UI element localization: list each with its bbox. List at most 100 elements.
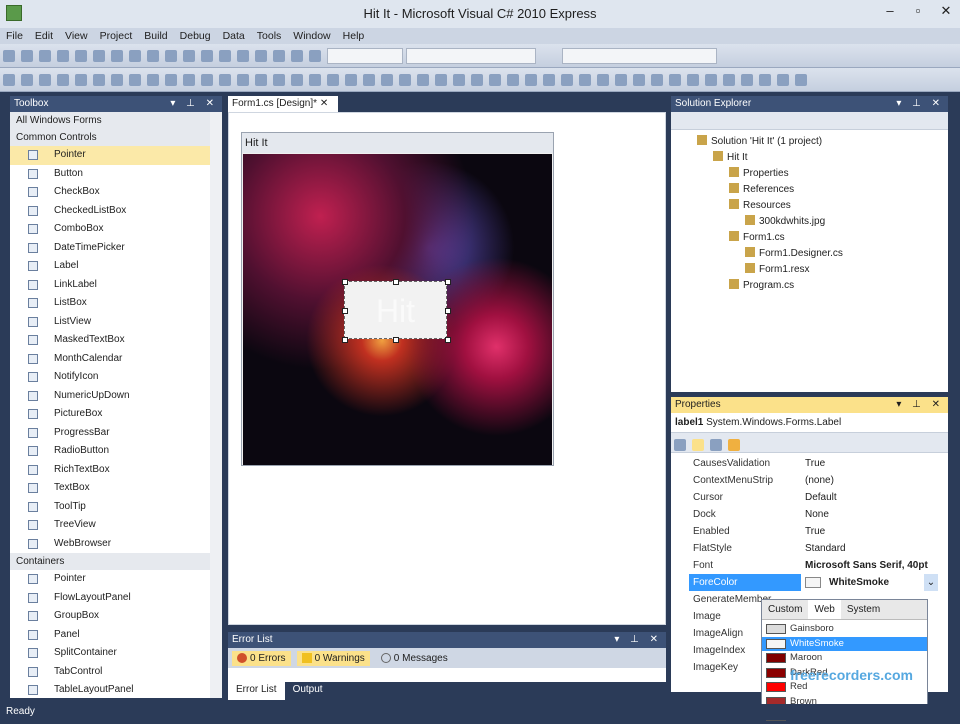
tab-output[interactable]: Output bbox=[285, 682, 331, 700]
toolbar-icon[interactable] bbox=[615, 74, 627, 86]
color-tab-system[interactable]: System bbox=[841, 600, 886, 619]
toolbar-icon[interactable] bbox=[327, 74, 339, 86]
toolbar-icon[interactable] bbox=[723, 74, 735, 86]
toolbar-icon[interactable] bbox=[129, 74, 141, 86]
toolbox-item[interactable]: PictureBox bbox=[10, 405, 222, 424]
property-row[interactable]: ContextMenuStrip (none) bbox=[671, 472, 948, 489]
toolbox-item[interactable]: Button bbox=[10, 165, 222, 184]
toolbar-icon[interactable] bbox=[525, 74, 537, 86]
toolbar-icon[interactable] bbox=[39, 50, 51, 62]
toolbar-icon[interactable] bbox=[165, 74, 177, 86]
toolbar-icon[interactable] bbox=[363, 74, 375, 86]
minimize-button[interactable]: – bbox=[876, 0, 904, 22]
toolbar-icon[interactable] bbox=[21, 50, 33, 62]
warnings-toggle[interactable]: 0 Warnings bbox=[296, 650, 370, 666]
tree-item[interactable]: Properties bbox=[671, 166, 948, 182]
toolbar-icon[interactable] bbox=[687, 74, 699, 86]
toolbar-icon[interactable] bbox=[255, 50, 267, 62]
toolbar-icon[interactable] bbox=[201, 50, 213, 62]
toolbox-item[interactable]: Pointer bbox=[10, 146, 222, 165]
close-button[interactable]: ✕ bbox=[932, 0, 960, 22]
toolbar-icon[interactable] bbox=[219, 50, 231, 62]
property-row[interactable]: Cursor Default bbox=[671, 489, 948, 506]
menu-view[interactable]: View bbox=[59, 28, 94, 44]
resize-handle[interactable] bbox=[445, 279, 451, 285]
toolbox-item[interactable]: CheckedListBox bbox=[10, 202, 222, 221]
toolbar-icon[interactable] bbox=[381, 74, 393, 86]
toolbox-item[interactable]: MaskedTextBox bbox=[10, 331, 222, 350]
toolbar-icon[interactable] bbox=[345, 74, 357, 86]
toolbar-icon[interactable] bbox=[273, 50, 285, 62]
toolbox-item[interactable]: WebBrowser bbox=[10, 535, 222, 554]
toolbox-item[interactable]: Label bbox=[10, 257, 222, 276]
find-combo[interactable] bbox=[562, 48, 718, 64]
menu-window[interactable]: Window bbox=[287, 28, 336, 44]
toolbox-item[interactable]: NotifyIcon bbox=[10, 368, 222, 387]
toolbar-icon[interactable] bbox=[795, 74, 807, 86]
platform-combo[interactable] bbox=[405, 48, 536, 64]
toolbar-icon[interactable] bbox=[651, 74, 663, 86]
toolbar-icon[interactable] bbox=[705, 74, 717, 86]
toolbox-scrollbar[interactable] bbox=[210, 112, 222, 698]
tree-item[interactable]: 300kdwhits.jpg bbox=[671, 214, 948, 230]
toolbar-icon[interactable] bbox=[489, 74, 501, 86]
toolbox-item[interactable]: ListView bbox=[10, 313, 222, 332]
toolbar-icon[interactable] bbox=[3, 74, 15, 86]
messages-toggle[interactable]: 0 Messages bbox=[376, 651, 453, 666]
tree-item[interactable]: Form1.cs bbox=[671, 230, 948, 246]
toolbar-icon[interactable] bbox=[165, 50, 177, 62]
toolbox-item[interactable]: CheckBox bbox=[10, 183, 222, 202]
toolbar-icon[interactable] bbox=[669, 74, 681, 86]
toolbar-icon[interactable] bbox=[111, 74, 123, 86]
menu-file[interactable]: File bbox=[0, 28, 29, 44]
toolbox-item[interactable]: GroupBox bbox=[10, 607, 222, 626]
resize-handle[interactable] bbox=[445, 308, 451, 314]
color-option[interactable]: Gainsboro bbox=[762, 622, 927, 637]
maximize-button[interactable]: ▫ bbox=[904, 0, 932, 22]
toolbar-icon[interactable] bbox=[435, 74, 447, 86]
toolbar-icon[interactable] bbox=[3, 50, 15, 62]
tree-item[interactable]: References bbox=[671, 182, 948, 198]
toolbar-icon[interactable] bbox=[561, 74, 573, 86]
menu-build[interactable]: Build bbox=[138, 28, 173, 44]
toolbar-icon[interactable] bbox=[237, 50, 249, 62]
events-icon[interactable] bbox=[728, 439, 740, 451]
toolbar-icon[interactable] bbox=[633, 74, 645, 86]
toolbox-group-header[interactable]: Containers bbox=[10, 553, 222, 570]
close-tab-icon[interactable]: ✕ bbox=[320, 98, 328, 109]
color-option[interactable]: Maroon bbox=[762, 651, 927, 666]
property-row[interactable]: ForeColor ⌄ WhiteSmoke bbox=[671, 574, 948, 591]
toolbar-icon[interactable] bbox=[57, 50, 69, 62]
toolbox-item[interactable]: TableLayoutPanel bbox=[10, 681, 222, 700]
toolbox-group-header[interactable]: All Windows Forms bbox=[10, 112, 222, 129]
toolbox-item[interactable]: MonthCalendar bbox=[10, 350, 222, 369]
alphabetical-icon[interactable] bbox=[692, 439, 704, 451]
resize-handle[interactable] bbox=[445, 337, 451, 343]
toolbox-item[interactable]: ComboBox bbox=[10, 220, 222, 239]
toolbar-icon[interactable] bbox=[309, 50, 321, 62]
categorized-icon[interactable] bbox=[674, 439, 686, 451]
toolbar-icon[interactable] bbox=[291, 74, 303, 86]
resize-handle[interactable] bbox=[342, 337, 348, 343]
panel-controls[interactable]: ▾ ⊥ ✕ bbox=[614, 632, 662, 648]
toolbar-icon[interactable] bbox=[75, 74, 87, 86]
toolbar-icon[interactable] bbox=[129, 50, 141, 62]
toolbar-icon[interactable] bbox=[507, 74, 519, 86]
tree-item[interactable]: Hit It bbox=[671, 150, 948, 166]
toolbar-icon[interactable] bbox=[75, 50, 87, 62]
toolbar-icon[interactable] bbox=[201, 74, 213, 86]
toolbar-icon[interactable] bbox=[417, 74, 429, 86]
toolbox-item[interactable]: Pointer bbox=[10, 570, 222, 589]
errors-toggle[interactable]: 0 Errors bbox=[232, 650, 291, 666]
toolbar-icon[interactable] bbox=[579, 74, 591, 86]
toolbox-item[interactable]: Panel bbox=[10, 626, 222, 645]
property-row[interactable]: Enabled True bbox=[671, 523, 948, 540]
toolbar-icon[interactable] bbox=[93, 50, 105, 62]
toolbar-icon[interactable] bbox=[597, 74, 609, 86]
toolbox-item[interactable]: RadioButton bbox=[10, 442, 222, 461]
toolbar-icon[interactable] bbox=[741, 74, 753, 86]
toolbar-icon[interactable] bbox=[309, 74, 321, 86]
toolbar-icon[interactable] bbox=[543, 74, 555, 86]
resize-handle[interactable] bbox=[342, 308, 348, 314]
property-row[interactable]: CausesValidation True bbox=[671, 455, 948, 472]
